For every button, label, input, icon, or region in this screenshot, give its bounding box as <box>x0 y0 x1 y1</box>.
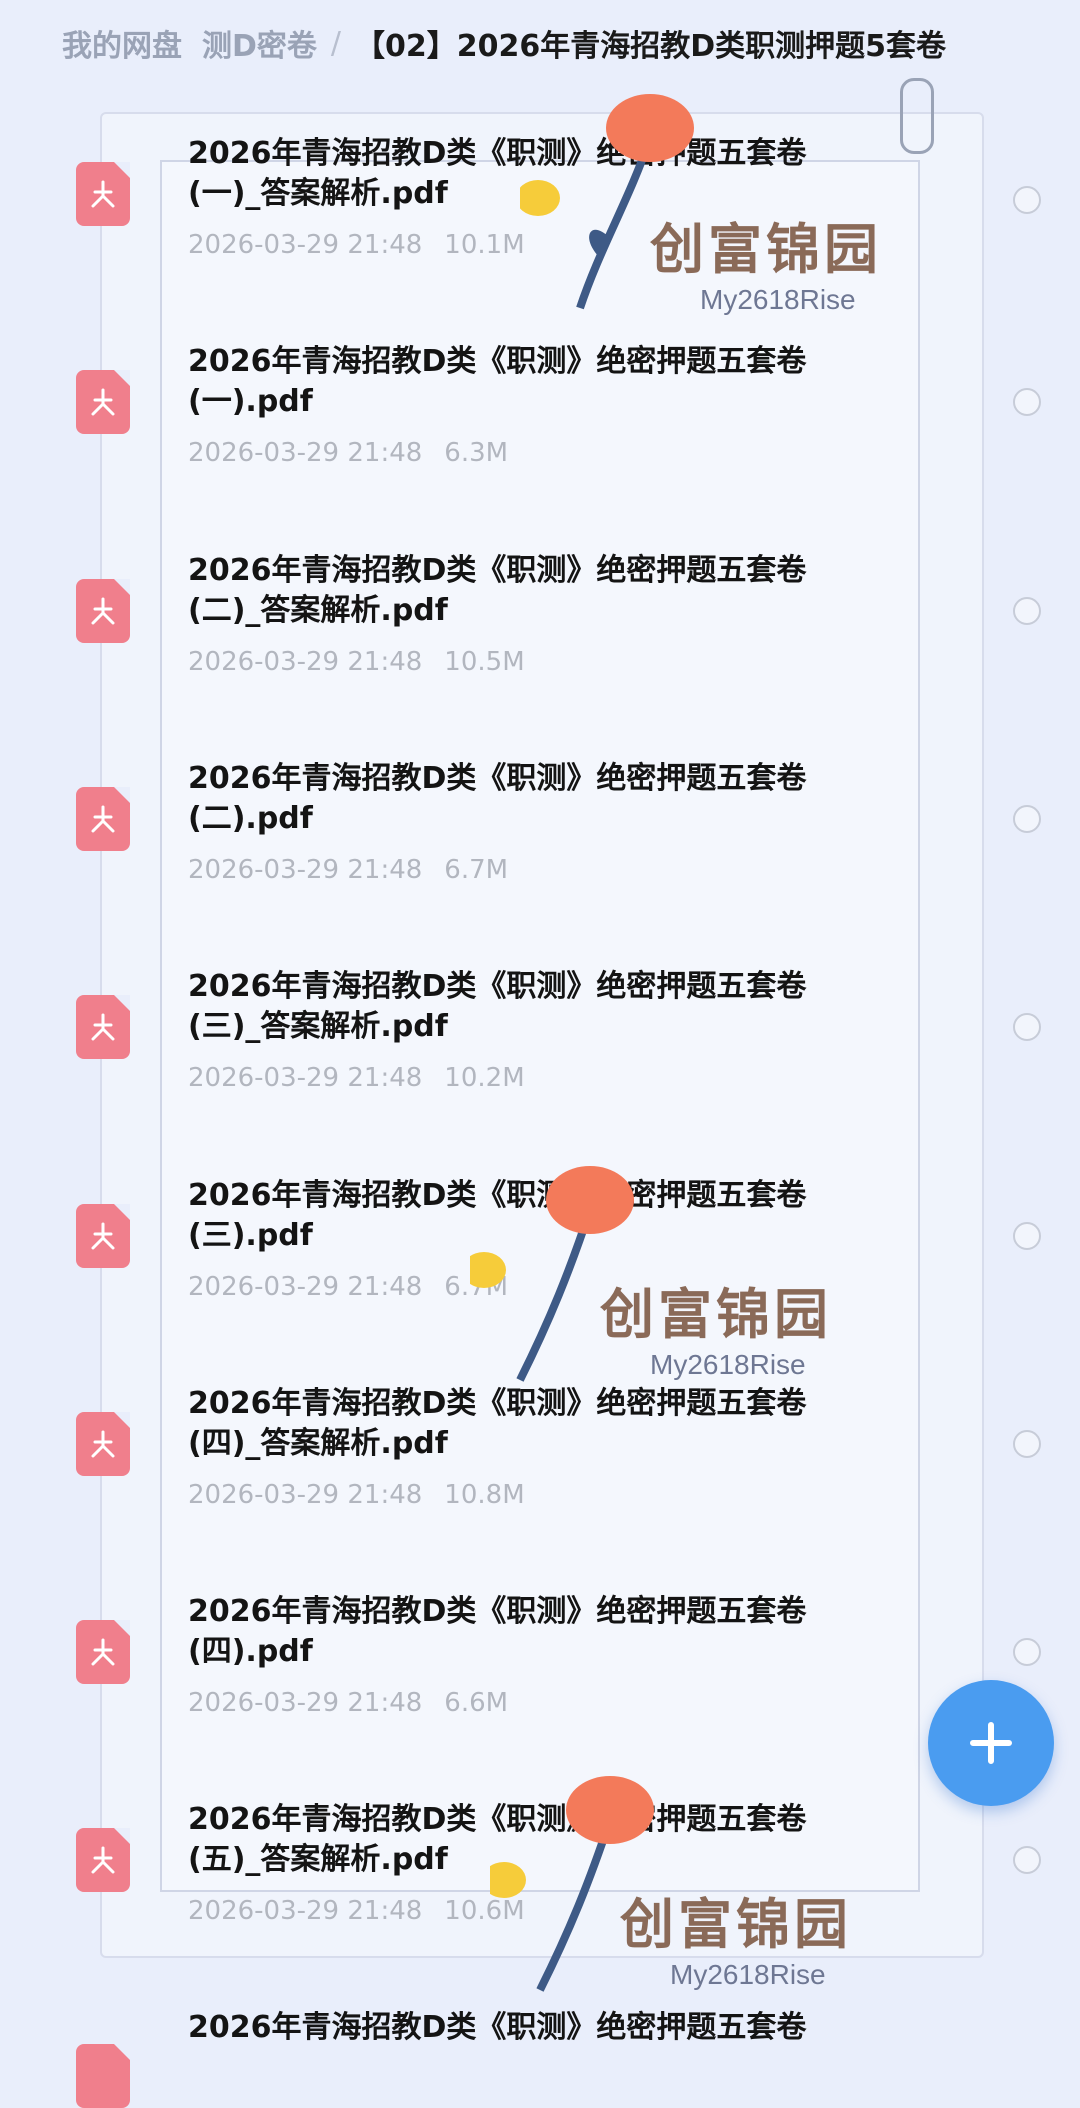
file-row[interactable]: 2026年青海招教D类《职测》绝密押题五套卷 (二)_答案解析.pdf 2026… <box>0 551 1080 759</box>
file-size: 10.5M <box>444 647 525 677</box>
file-name: 2026年青海招教D类《职测》绝密押题五套卷 <box>188 2010 807 2045</box>
select-radio[interactable] <box>1013 1430 1041 1458</box>
pdf-file-icon <box>76 1412 130 1476</box>
pdf-file-icon <box>76 162 130 226</box>
file-name: 2026年青海招教D类《职测》绝密押题五套卷 (五)_答案解析.pdf <box>188 1802 807 1877</box>
file-row[interactable]: 2026年青海招教D类《职测》绝密押题五套卷 (三)_答案解析.pdf 2026… <box>0 967 1080 1175</box>
file-meta: 2026-03-29 21:48 6.6M <box>188 1688 508 1718</box>
file-date: 2026-03-29 21:48 <box>188 855 423 885</box>
file-date: 2026-03-29 21:48 <box>188 1063 423 1093</box>
pdf-file-icon <box>76 1828 130 1892</box>
file-name: 2026年青海招教D类《职测》绝密押题五套卷 (四).pdf <box>188 1594 807 1669</box>
file-meta: 2026-03-29 21:48 10.5M <box>188 647 525 677</box>
pdf-file-icon <box>76 2044 130 2108</box>
file-row[interactable]: 2026年青海招教D类《职测》绝密押题五套卷 (四).pdf 2026-03-2… <box>0 1592 1080 1800</box>
file-date: 2026-03-29 21:48 <box>188 1688 423 1718</box>
file-name: 2026年青海招教D类《职测》绝密押题五套卷 (二)_答案解析.pdf <box>188 553 807 628</box>
pdf-file-icon <box>76 995 130 1059</box>
file-size: 6.7M <box>444 1272 509 1302</box>
file-date: 2026-03-29 21:48 <box>188 438 423 468</box>
select-radio[interactable] <box>1013 1222 1041 1250</box>
select-radio[interactable] <box>1013 1013 1041 1041</box>
file-row[interactable]: 2026年青海招教D类《职测》绝密押题五套卷 (三).pdf 2026-03-2… <box>0 1176 1080 1384</box>
file-meta: 2026-03-29 21:48 6.7M <box>188 855 508 885</box>
file-date: 2026-03-29 21:48 <box>188 230 423 260</box>
file-meta: 2026-03-29 21:48 10.2M <box>188 1063 525 1093</box>
select-radio[interactable] <box>1013 186 1041 214</box>
file-size: 10.8M <box>444 1480 525 1510</box>
file-name: 2026年青海招教D类《职测》绝密押题五套卷 (三).pdf <box>188 1178 807 1253</box>
file-row[interactable]: 2026年青海招教D类《职测》绝密押题五套卷 (一).pdf 2026-03-2… <box>0 342 1080 550</box>
pdf-file-icon <box>76 579 130 643</box>
file-size: 6.6M <box>444 1688 509 1718</box>
file-size: 10.6M <box>444 1896 525 1926</box>
pdf-file-icon <box>76 787 130 851</box>
file-meta: 2026-03-29 21:48 6.3M <box>188 438 508 468</box>
file-name: 2026年青海招教D类《职测》绝密押题五套卷 (二).pdf <box>188 761 807 836</box>
file-row[interactable]: 2026年青海招教D类《职测》绝密押题五套卷 (四)_答案解析.pdf 2026… <box>0 1384 1080 1592</box>
select-radio[interactable] <box>1013 1638 1041 1666</box>
file-date: 2026-03-29 21:48 <box>188 647 423 677</box>
file-name: 2026年青海招教D类《职测》绝密押题五套卷 (四)_答案解析.pdf <box>188 1386 807 1461</box>
add-button[interactable] <box>928 1680 1054 1806</box>
file-size: 10.1M <box>444 230 525 260</box>
file-name: 2026年青海招教D类《职测》绝密押题五套卷 (三)_答案解析.pdf <box>188 969 807 1044</box>
file-meta: 2026-03-29 21:48 6.7M <box>188 1272 508 1302</box>
file-meta: 2026-03-29 21:48 10.1M <box>188 230 525 260</box>
file-name: 2026年青海招教D类《职测》绝密押题五套卷 (一).pdf <box>188 344 807 419</box>
pdf-file-icon <box>76 1204 130 1268</box>
file-meta: 2026-03-29 21:48 10.8M <box>188 1480 525 1510</box>
file-list: 2026年青海招教D类《职测》绝密押题五套卷 (一)_答案解析.pdf 2026… <box>0 0 1080 2108</box>
pdf-file-icon <box>76 370 130 434</box>
select-radio[interactable] <box>1013 805 1041 833</box>
file-size: 6.3M <box>444 438 509 468</box>
file-date: 2026-03-29 21:48 <box>188 1896 423 1926</box>
select-radio[interactable] <box>1013 597 1041 625</box>
pdf-file-icon <box>76 1620 130 1684</box>
file-row[interactable]: 2026年青海招教D类《职测》绝密押题五套卷 <box>0 2008 1080 2108</box>
file-row[interactable]: 2026年青海招教D类《职测》绝密押题五套卷 (二).pdf 2026-03-2… <box>0 759 1080 967</box>
select-radio[interactable] <box>1013 388 1041 416</box>
file-size: 6.7M <box>444 855 509 885</box>
file-meta: 2026-03-29 21:48 10.6M <box>188 1896 525 1926</box>
plus-icon <box>970 1722 1012 1764</box>
file-date: 2026-03-29 21:48 <box>188 1272 423 1302</box>
select-radio[interactable] <box>1013 1846 1041 1874</box>
file-row[interactable]: 2026年青海招教D类《职测》绝密押题五套卷 (一)_答案解析.pdf 2026… <box>0 134 1080 342</box>
file-size: 10.2M <box>444 1063 525 1093</box>
file-name: 2026年青海招教D类《职测》绝密押题五套卷 (一)_答案解析.pdf <box>188 136 807 211</box>
file-row[interactable]: 2026年青海招教D类《职测》绝密押题五套卷 (五)_答案解析.pdf 2026… <box>0 1800 1080 2008</box>
file-date: 2026-03-29 21:48 <box>188 1480 423 1510</box>
